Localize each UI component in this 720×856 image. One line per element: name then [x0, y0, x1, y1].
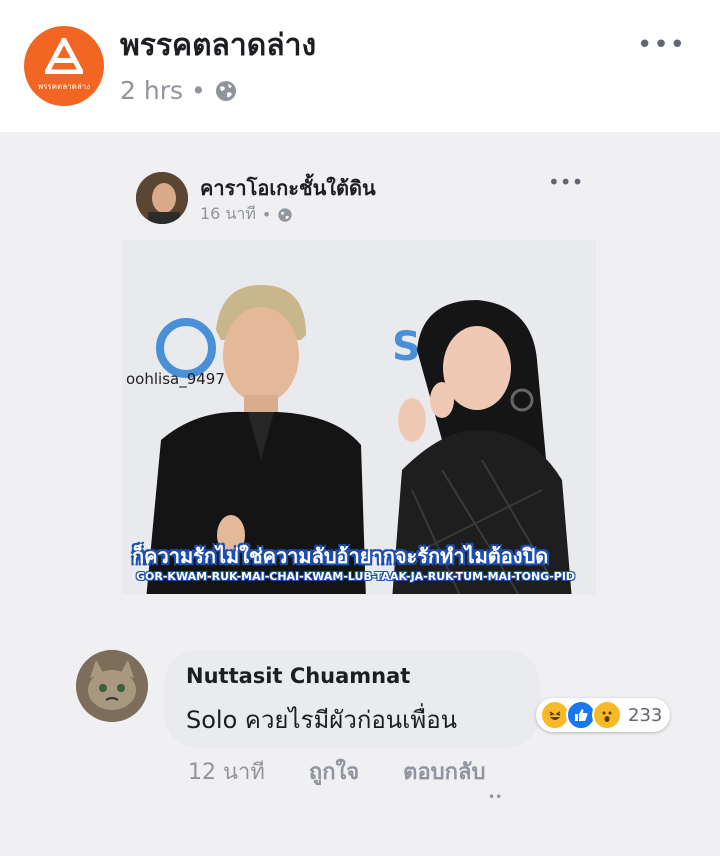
page-avatar[interactable]: พรรคตลาดล่าง — [24, 26, 104, 106]
shared-page-name[interactable]: คาราโอเกะชั้นใต้ดิน — [200, 172, 376, 204]
reaction-count: 233 — [628, 704, 663, 726]
comment-text: Solo ควยไรมีผัวก่อนเพื่อน — [186, 706, 458, 734]
meta-separator: • — [191, 76, 206, 105]
caption-thai: ก็ความรักไม่ใช่ความลับอ้ายากจะรักทำไมต้อ… — [132, 544, 549, 568]
person-photo-icon — [136, 172, 188, 224]
trailing-dots: •• — [488, 790, 503, 804]
logo-text: พรรคตลาดล่าง — [37, 82, 91, 91]
triangle-logo-icon — [45, 38, 83, 74]
comment-time[interactable]: 12 นาที — [188, 754, 265, 789]
globe-icon — [215, 80, 236, 101]
wow-icon — [592, 700, 622, 730]
shared-separator: • — [261, 205, 272, 224]
caption-romanized: GOR-KWAM-RUK-MAI-CHAI-KWAM-LUB-TAAK-JA-R… — [136, 570, 576, 583]
globe-icon — [278, 207, 293, 222]
page-name[interactable]: พรรคตลาดล่าง — [120, 22, 316, 69]
shared-time[interactable]: 16 นาที — [200, 202, 256, 227]
shared-page-avatar[interactable] — [136, 172, 188, 224]
comment-actions: 12 นาที ถูกใจ ตอบกลับ — [188, 754, 485, 789]
post-time[interactable]: 2 hrs — [120, 76, 183, 105]
cat-photo-icon — [76, 650, 148, 722]
post-meta: 2 hrs • — [120, 76, 238, 105]
post-header: พรรคตลาดล่าง พรรคตลาดล่าง 2 hrs • ••• — [0, 0, 720, 132]
reply-button[interactable]: ตอบกลับ — [403, 754, 485, 789]
commenter-name[interactable]: Nuttasit Chuamnat — [186, 664, 410, 688]
shared-more-dots-icon[interactable]: ••• — [548, 170, 583, 194]
reaction-summary[interactable]: 233 — [536, 698, 671, 732]
shared-meta: 16 นาที • — [200, 202, 293, 227]
commenter-avatar[interactable] — [76, 650, 148, 722]
shared-photo[interactable]: S oohlisa_9497 ก็ความรักไม่ใช่ความลับอ้า… — [122, 240, 596, 594]
like-button[interactable]: ถูกใจ — [309, 754, 359, 789]
more-dots-icon[interactable]: ••• — [637, 30, 686, 60]
